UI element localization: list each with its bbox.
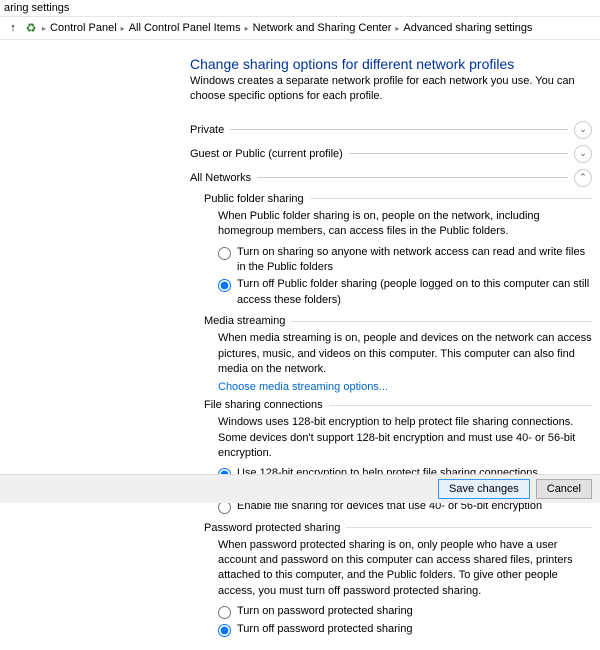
section-label: Guest or Public (current profile)	[190, 148, 343, 160]
subsection-file-connections: File sharing connections	[204, 399, 592, 411]
back-icon[interactable]: ↑	[6, 21, 20, 35]
chevron-down-icon[interactable]: ⌄	[574, 121, 592, 139]
radio-public-on[interactable]: Turn on sharing so anyone with network a…	[218, 244, 592, 277]
section-private[interactable]: Private ⌄	[190, 121, 592, 139]
subsection-description: When media streaming is on, people and d…	[218, 331, 592, 377]
chevron-right-icon: ▸	[121, 24, 125, 33]
subsection-label: Password protected sharing	[204, 522, 340, 534]
subsection-label: Media streaming	[204, 315, 285, 327]
public-folder-options: Turn on sharing so anyone with network a…	[218, 244, 592, 310]
cancel-button[interactable]: Cancel	[536, 479, 592, 499]
breadcrumb-item[interactable]: Advanced sharing settings	[403, 22, 532, 34]
chevron-right-icon: ▸	[245, 24, 249, 33]
subsection-description: When Public folder sharing is on, people…	[218, 209, 592, 240]
divider	[349, 153, 568, 154]
section-guest[interactable]: Guest or Public (current profile) ⌄	[190, 145, 592, 163]
radio-input[interactable]	[218, 501, 231, 514]
footer: Save changes Cancel	[0, 474, 600, 503]
main-content: Change sharing options for different net…	[0, 40, 600, 650]
breadcrumb: ↑ ▸ Control Panel ▸ All Control Panel It…	[0, 17, 600, 40]
breadcrumb-item[interactable]: Control Panel	[50, 22, 117, 34]
radio-password-on[interactable]: Turn on password protected sharing	[218, 603, 592, 620]
page-title: Change sharing options for different net…	[190, 50, 592, 74]
chevron-down-icon[interactable]: ⌄	[574, 145, 592, 163]
radio-password-off[interactable]: Turn off password protected sharing	[218, 621, 592, 638]
subsection-label: File sharing connections	[204, 399, 323, 411]
section-all-networks[interactable]: All Networks ⌃	[190, 169, 592, 187]
chevron-right-icon: ▸	[42, 24, 46, 33]
breadcrumb-item[interactable]: Network and Sharing Center	[253, 22, 392, 34]
section-label: Private	[190, 124, 224, 136]
divider	[346, 527, 592, 528]
control-panel-icon[interactable]	[24, 21, 38, 35]
subsection-media: Media streaming	[204, 315, 592, 327]
section-label: All Networks	[190, 172, 251, 184]
radio-input[interactable]	[218, 624, 231, 637]
subsection-password: Password protected sharing	[204, 522, 592, 534]
chevron-up-icon[interactable]: ⌃	[574, 169, 592, 187]
password-options: Turn on password protected sharing Turn …	[218, 603, 592, 638]
radio-input[interactable]	[218, 279, 231, 292]
chevron-right-icon: ▸	[395, 24, 399, 33]
divider	[230, 129, 568, 130]
radio-input[interactable]	[218, 606, 231, 619]
page-subtitle: Windows creates a separate network profi…	[190, 74, 592, 115]
radio-label: Turn off Public folder sharing (people l…	[237, 277, 592, 308]
divider	[291, 321, 592, 322]
subsection-public-folder: Public folder sharing	[204, 193, 592, 205]
breadcrumb-item[interactable]: All Control Panel Items	[129, 22, 241, 34]
media-streaming-link[interactable]: Choose media streaming options...	[218, 381, 592, 393]
subsection-label: Public folder sharing	[204, 193, 304, 205]
radio-label: Turn off password protected sharing	[237, 622, 412, 637]
radio-label: Turn on password protected sharing	[237, 604, 413, 619]
radio-public-off[interactable]: Turn off Public folder sharing (people l…	[218, 276, 592, 309]
window-title: aring settings	[0, 0, 600, 17]
divider	[329, 405, 592, 406]
radio-label: Turn on sharing so anyone with network a…	[237, 245, 592, 276]
subsection-description: Windows uses 128-bit encryption to help …	[218, 415, 592, 461]
divider	[310, 198, 592, 199]
save-button[interactable]: Save changes	[438, 479, 530, 499]
divider	[257, 177, 568, 178]
subsection-description: When password protected sharing is on, o…	[218, 538, 592, 600]
radio-input[interactable]	[218, 247, 231, 260]
